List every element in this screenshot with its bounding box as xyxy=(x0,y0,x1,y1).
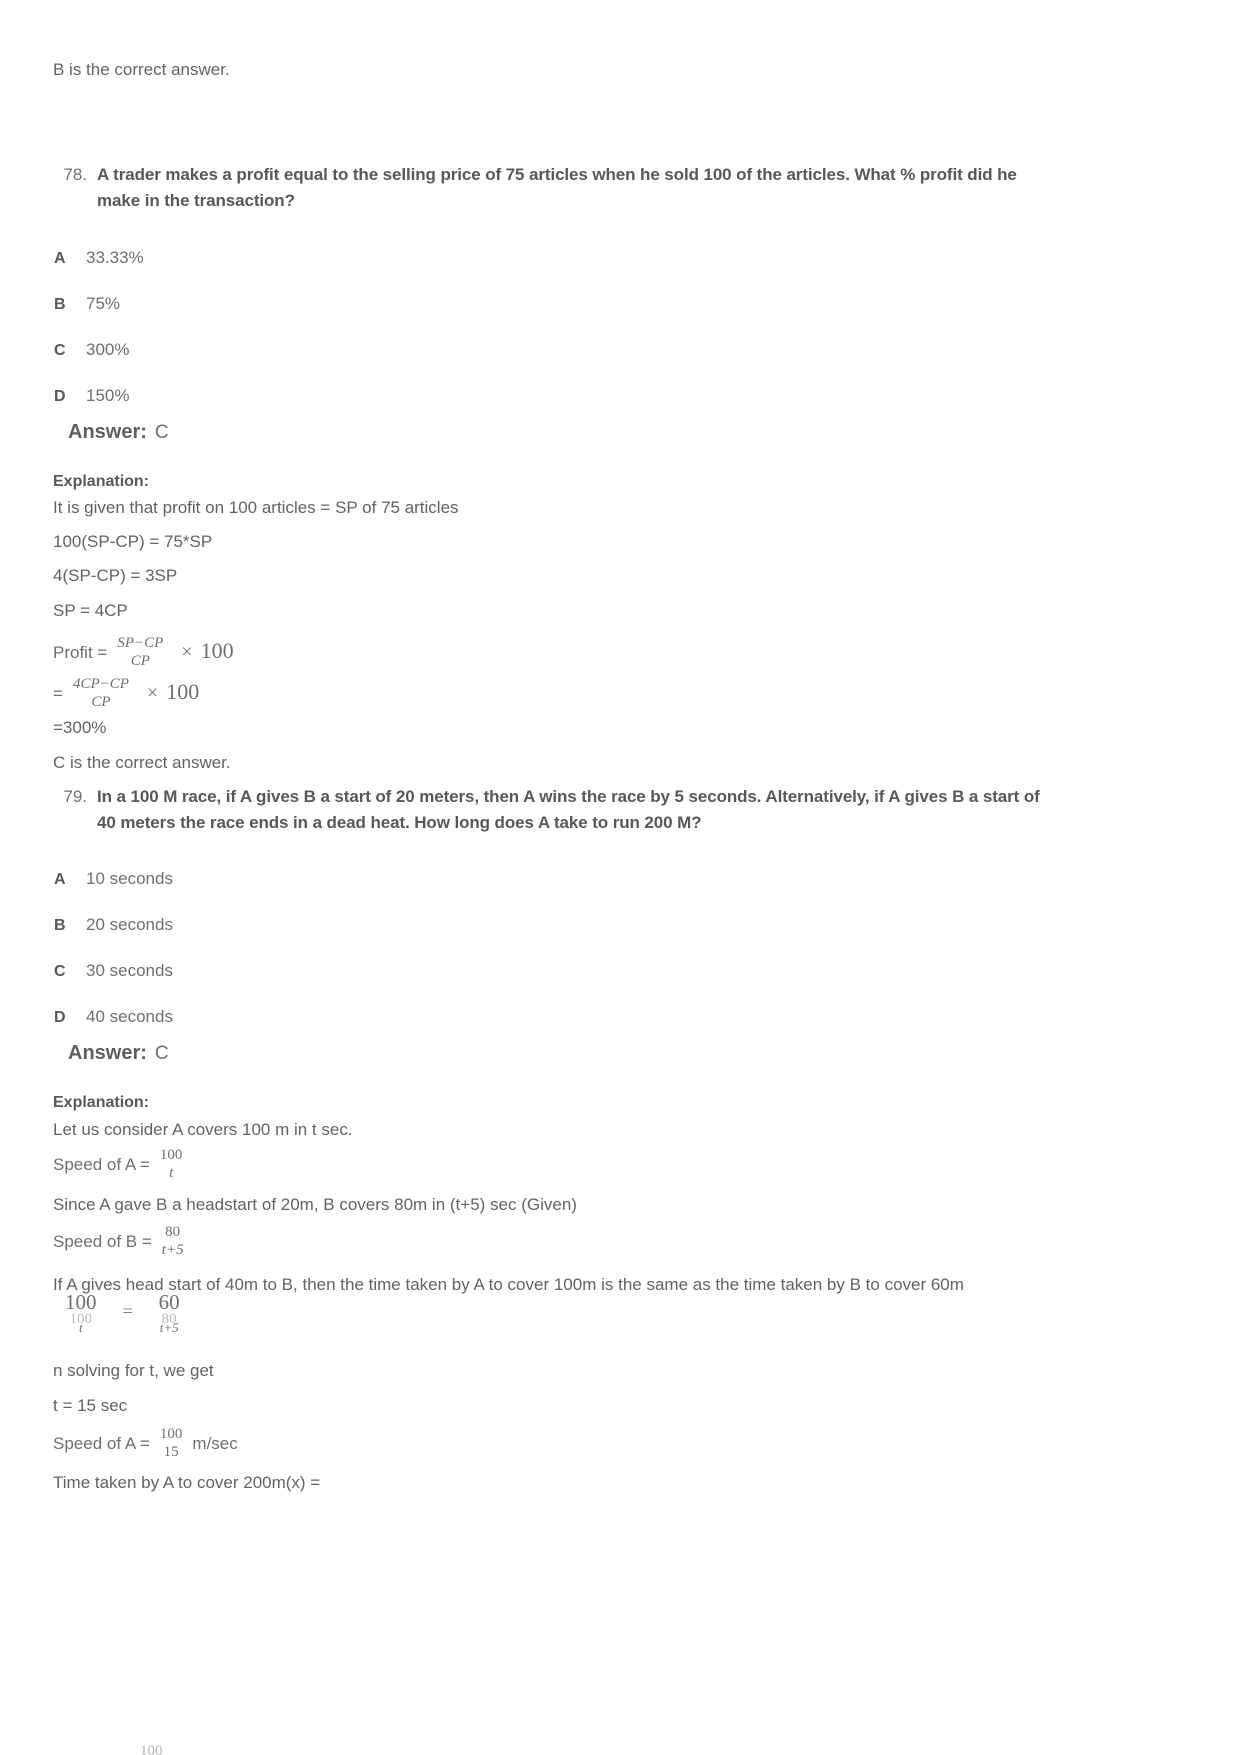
formula-speed-of-a: Speed of A = 100 t xyxy=(53,1147,192,1191)
option-79-c-text: 30 seconds xyxy=(86,961,173,980)
option-78-b[interactable]: B 75% xyxy=(54,294,120,314)
option-79-d-letter: D xyxy=(54,1009,66,1026)
formula-speed-of-a-lead: Speed of A = xyxy=(53,1155,150,1174)
formula-speed-of-a-value-suffix: m/sec xyxy=(192,1434,238,1453)
option-79-b-text: 20 seconds xyxy=(86,915,173,934)
formula-profit-78-multiplier: 100 xyxy=(200,638,234,663)
answer-79: Answer: C xyxy=(68,1042,169,1065)
answer-79-value: C xyxy=(154,1043,169,1064)
fraction-60-over-t-plus-5-right: 80 60 t+5 xyxy=(159,1291,180,1341)
fraction-80-over-t-plus-5: 80 t+5 xyxy=(161,1224,184,1268)
formula-speed-of-b: Speed of B = 80 t+5 xyxy=(53,1224,194,1268)
explanation-79-line-time-taken: Time taken by A to cover 200m(x) = xyxy=(53,1473,321,1492)
fraction-denominator: CP xyxy=(91,693,111,710)
option-78-a-letter: A xyxy=(54,250,66,267)
answer-79-label: Answer: xyxy=(68,1042,147,1064)
fraction-denominator: CP xyxy=(130,652,150,669)
formula-equation-79: 100 100 t = 80 60 t+5 xyxy=(55,1291,190,1341)
option-78-d-text: 150% xyxy=(86,386,130,405)
document-page: B is the correct answer. 78. A trader ma… xyxy=(0,0,1240,1755)
question-78: 78. A trader makes a profit equal to the… xyxy=(55,162,1040,215)
question-79-text: In a 100 M race, if A gives B a start of… xyxy=(97,787,1040,833)
formula-speed-of-a-value-lead: Speed of A = xyxy=(53,1434,150,1453)
explanation-78-line-3: 4(SP-CP) = 3SP xyxy=(53,566,178,585)
fraction-denominator: t xyxy=(169,1164,174,1181)
option-79-d-text: 40 seconds xyxy=(86,1007,173,1026)
closing-78: C is the correct answer. xyxy=(53,753,231,772)
option-79-c-letter: C xyxy=(54,963,66,980)
explanation-79-line-consider: Let us consider A covers 100 m in t sec. xyxy=(53,1120,353,1139)
question-79-number: 79. xyxy=(63,787,87,806)
fraction-numerator: 100 xyxy=(65,1290,97,1314)
option-78-a[interactable]: A 33.33% xyxy=(54,248,144,268)
option-78-c-text: 300% xyxy=(86,340,130,359)
explanation-78-line-2: 100(SP-CP) = 75*SP xyxy=(53,532,213,551)
formula-profit-78-lead: Profit = xyxy=(53,643,108,662)
multiplication-icon: × xyxy=(181,641,193,663)
option-79-b-letter: B xyxy=(54,917,66,934)
option-78-b-letter: B xyxy=(54,296,66,313)
option-78-a-text: 33.33% xyxy=(86,248,144,267)
explanation-78-line-4: SP = 4CP xyxy=(53,601,128,620)
multiplication-icon: × xyxy=(146,682,159,704)
explanation-79-label: Explanation: xyxy=(53,1094,150,1111)
answer-78: Answer: C xyxy=(68,421,169,444)
answer-78-label: Answer: xyxy=(68,421,147,443)
fraction-numerator: SP−CP xyxy=(117,635,164,651)
answer-78-value: C xyxy=(154,422,169,443)
formula-substituted-78: = 4CP−CP CP × 100 xyxy=(53,676,200,720)
cut-off-fraction: 100 xyxy=(140,1742,220,1755)
formula-substituted-78-multiplier: 100 xyxy=(166,679,200,704)
formula-speed-of-a-value: Speed of A = 100 15 m/sec xyxy=(53,1426,238,1470)
explanation-79-line-t-value: t = 15 sec xyxy=(53,1396,128,1415)
fraction-100-over-15: 100 15 xyxy=(160,1426,183,1470)
result-78: =300% xyxy=(53,718,107,737)
fraction-denominator: 15 xyxy=(163,1443,179,1460)
option-78-c-letter: C xyxy=(54,342,66,359)
fraction-numerator: 100 xyxy=(159,1426,183,1442)
question-78-text: A trader makes a profit equal to the sel… xyxy=(97,165,1017,211)
fraction-numerator: 100 xyxy=(140,1743,163,1755)
option-78-d-letter: D xyxy=(54,388,66,405)
fraction-100-over-t: 100 t xyxy=(160,1147,183,1191)
fraction-denominator: t xyxy=(78,1320,83,1336)
fraction-numerator: 4CP−CP xyxy=(72,676,129,692)
option-79-c[interactable]: C 30 seconds xyxy=(54,961,173,981)
fraction-numerator: 100 xyxy=(159,1147,183,1163)
fraction-sp-cp-over-cp: SP−CP CP xyxy=(117,635,163,679)
option-79-d[interactable]: D 40 seconds xyxy=(54,1007,173,1027)
option-78-b-text: 75% xyxy=(86,294,121,313)
option-79-a-text: 10 seconds xyxy=(86,869,173,888)
fraction-numerator: 60 xyxy=(158,1290,180,1314)
formula-speed-of-b-lead: Speed of B = xyxy=(53,1232,152,1251)
option-79-a[interactable]: A 10 seconds xyxy=(54,869,173,889)
explanation-79-line-headstart: Since A gave B a headstart of 20m, B cov… xyxy=(53,1195,577,1214)
top-note: B is the correct answer. xyxy=(53,60,230,79)
explanation-79-line-head-start-40: If A gives head start of 40m to B, then … xyxy=(53,1275,964,1294)
question-79: 79. In a 100 M race, if A gives B a star… xyxy=(55,784,1040,837)
explanation-78-line-1: It is given that profit on 100 articles … xyxy=(53,498,459,517)
equals-sign: = xyxy=(122,1301,133,1321)
option-79-a-letter: A xyxy=(54,871,66,888)
formula-substituted-78-lead: = xyxy=(53,684,63,703)
fraction-numerator: 80 xyxy=(165,1224,181,1240)
explanation-78-label: Explanation: xyxy=(53,473,150,490)
fraction-denominator: t+5 xyxy=(161,1241,184,1258)
fraction-denominator: t+5 xyxy=(159,1320,179,1336)
option-78-d[interactable]: D 150% xyxy=(54,386,129,406)
fraction-100-over-t-left: 100 100 t xyxy=(65,1291,97,1341)
question-78-number: 78. xyxy=(63,165,87,184)
option-79-b[interactable]: B 20 seconds xyxy=(54,915,173,935)
formula-profit-78: Profit = SP−CP CP × 100 xyxy=(53,635,234,679)
explanation-79-line-solving: n solving for t, we get xyxy=(53,1361,214,1380)
option-78-c[interactable]: C 300% xyxy=(54,340,129,360)
